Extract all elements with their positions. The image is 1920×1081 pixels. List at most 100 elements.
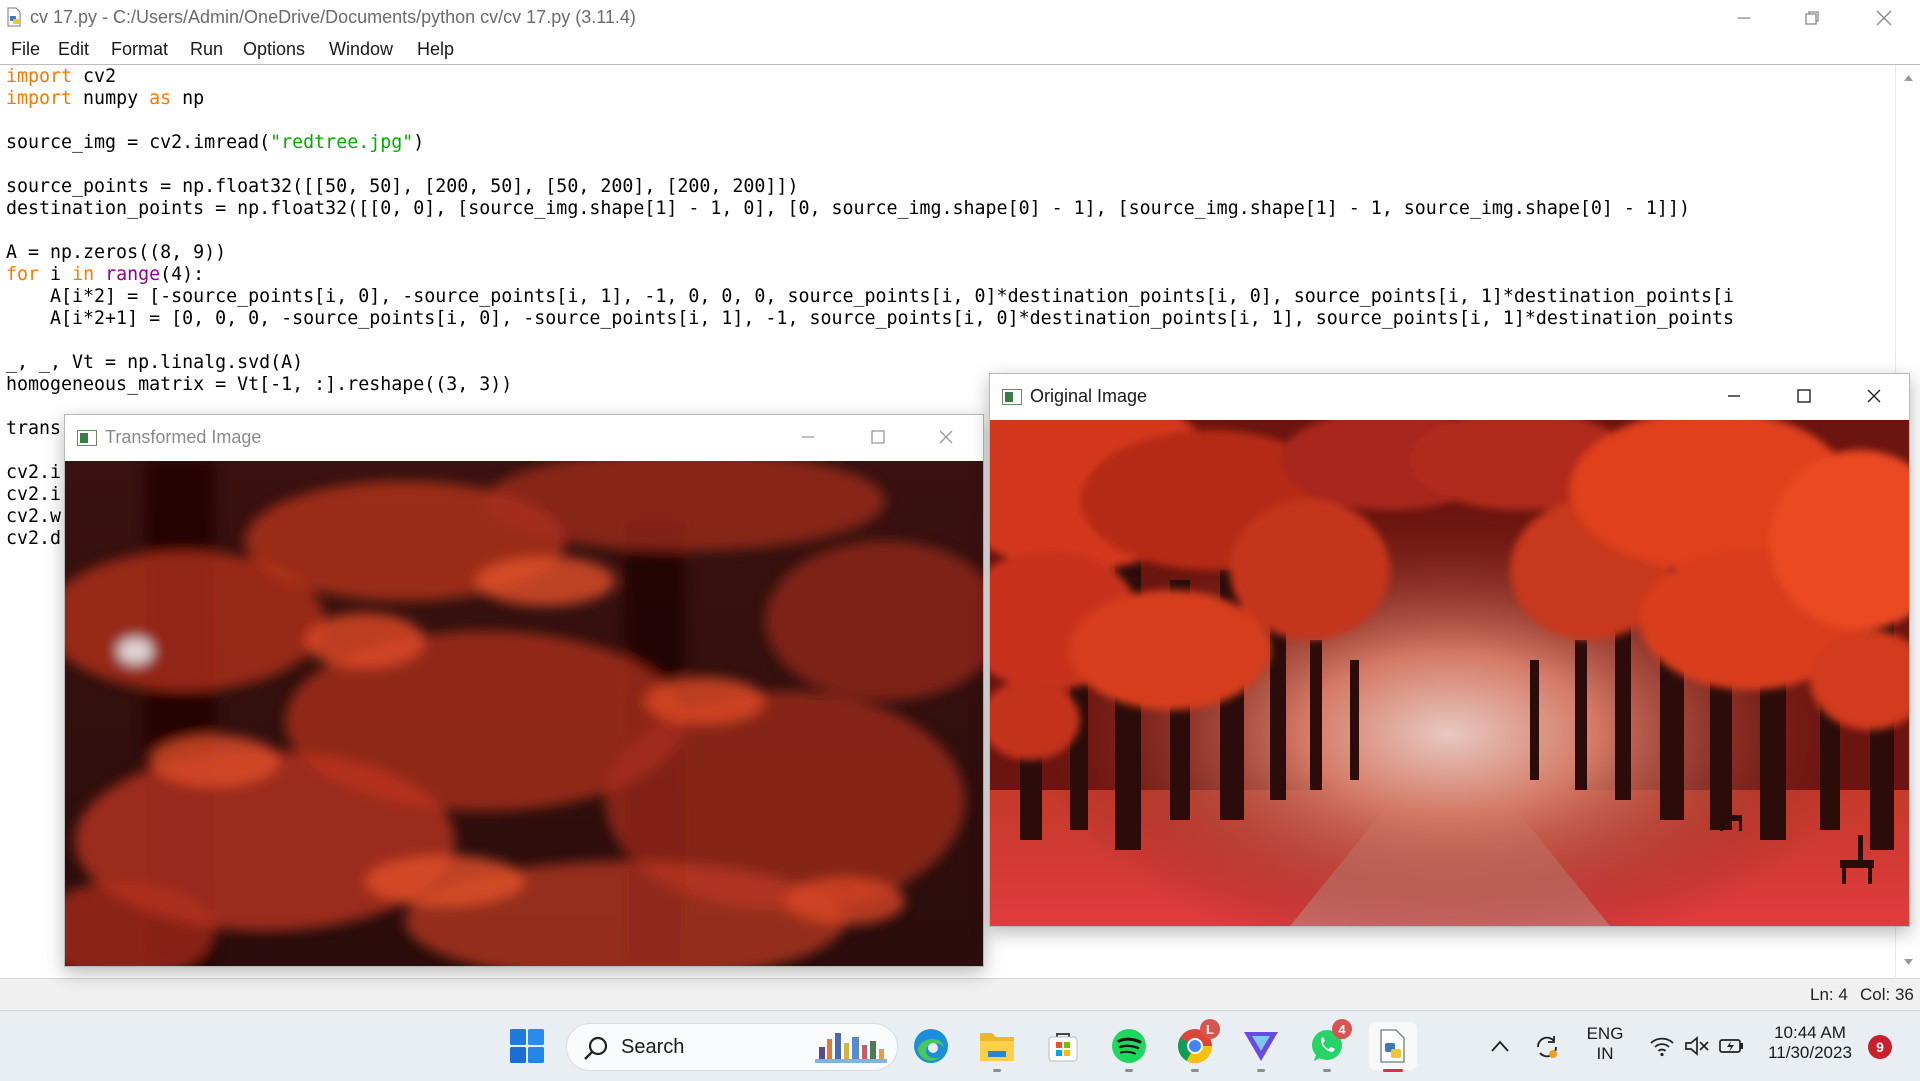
menu-bar: File Edit Format Run Options Window Help (0, 36, 1920, 65)
taskbar-search-box[interactable]: Search (566, 1023, 898, 1071)
menu-help[interactable]: Help (417, 39, 454, 60)
code-line: source_img = cv2.imread("redtree.jpg") (6, 132, 1734, 154)
original-maximize-button[interactable] (1769, 374, 1839, 418)
chrome-profile-badge: L (1200, 1019, 1220, 1039)
taskbar-chrome[interactable]: L (1171, 1019, 1220, 1072)
battery-icon[interactable] (1718, 1035, 1746, 1057)
clock-date: 11/30/2023 (1768, 1043, 1852, 1062)
menu-format[interactable]: Format (111, 39, 168, 60)
code-line: source_points = np.float32([[50, 50], [2… (6, 176, 1734, 198)
taskbar-store[interactable] (1039, 1022, 1087, 1070)
taskbar-file-explorer[interactable] (973, 1022, 1021, 1072)
original-close-button[interactable] (1839, 374, 1909, 418)
menu-run[interactable]: Run (190, 39, 223, 60)
code-token: range (105, 264, 161, 285)
code-token: homogeneous_matrix = Vt[-1, :].reshape((… (6, 374, 513, 395)
taskbar-whatsapp[interactable]: 4 (1303, 1019, 1352, 1072)
taskbar: Search L 4 ENG IN 10:44 AM 11/30/2023 9 (0, 1010, 1920, 1081)
code-token: source_img = cv2.imread( (6, 132, 271, 153)
taskbar-vpn-app[interactable] (1237, 1022, 1285, 1072)
code-token: cv2.w (6, 506, 62, 527)
wifi-icon[interactable] (1649, 1035, 1675, 1057)
search-label: Search (621, 1036, 685, 1058)
transformed-image (65, 461, 983, 966)
transformed-window-titlebar[interactable]: Transformed Image (65, 415, 983, 459)
code-token: numpy (72, 88, 150, 109)
code-token: trans (6, 418, 62, 439)
python-file-icon (7, 7, 21, 27)
microsoft-store-icon (1048, 1033, 1078, 1062)
taskbar-idle[interactable] (1369, 1022, 1417, 1072)
blurred-foliage-image (65, 461, 983, 966)
minimize-icon (802, 436, 814, 438)
original-image-window[interactable]: Original Image (989, 373, 1910, 927)
code-line: for i in range(4): (6, 264, 1734, 286)
running-indicator (1323, 1069, 1331, 1072)
windows-start-icon (510, 1029, 544, 1063)
sync-icon[interactable] (1533, 1033, 1561, 1061)
code-token: cv2.i (6, 484, 62, 505)
code-token: ) (413, 132, 425, 153)
running-indicator (1191, 1069, 1199, 1072)
speaker-muted-icon[interactable] (1684, 1035, 1710, 1057)
code-token: cv2.d (6, 528, 62, 549)
running-indicator (1257, 1069, 1265, 1072)
code-line: A[i*2] = [-source_points[i, 0], -source_… (6, 286, 1734, 308)
code-token: A[i*2+1] = [0, 0, 0, -source_points[i, 0… (6, 308, 1734, 329)
code-token: in (72, 264, 95, 285)
original-window-title: Original Image (1030, 386, 1148, 406)
language-indicator[interactable]: ENG IN (1580, 1024, 1630, 1064)
code-token: (4): (160, 264, 205, 285)
chevron-up-icon[interactable] (1490, 1039, 1510, 1053)
transformed-minimize-button[interactable] (773, 415, 843, 459)
folder-icon (980, 1033, 1014, 1061)
restore-icon (1805, 11, 1819, 25)
menu-window[interactable]: Window (329, 39, 393, 60)
transformed-maximize-button[interactable] (843, 415, 913, 459)
region-code: IN (1596, 1044, 1614, 1063)
minimize-icon (1728, 395, 1740, 397)
close-button[interactable] (1850, 0, 1918, 36)
code-token: as (149, 88, 172, 109)
notification-count-badge[interactable]: 9 (1868, 1035, 1892, 1059)
scroll-up-icon[interactable] (1903, 73, 1914, 82)
start-button[interactable] (503, 1022, 551, 1070)
edge-browser-icon (914, 1029, 948, 1063)
code-line: A = np.zeros((8, 9)) (6, 242, 1734, 264)
search-highlight-city-icon (815, 1033, 887, 1063)
minimize-button[interactable] (1710, 0, 1778, 36)
code-line: import numpy as np (6, 88, 1734, 110)
code-token: np (171, 88, 205, 109)
window-title: cv 17.py - C:/Users/Admin/OneDrive/Docum… (30, 7, 636, 27)
clock[interactable]: 10:44 AM 11/30/2023 (1760, 1023, 1860, 1063)
menu-edit[interactable]: Edit (58, 39, 89, 60)
search-icon (584, 1036, 608, 1060)
taskbar-spotify[interactable] (1105, 1022, 1153, 1072)
code-token: cv2.i (6, 462, 62, 483)
triangle-app-icon (1244, 1032, 1278, 1061)
clock-time: 10:44 AM (1774, 1023, 1846, 1042)
original-minimize-button[interactable] (1699, 374, 1769, 418)
code-line: destination_points = np.float32([[0, 0],… (6, 198, 1734, 220)
transformed-image-window[interactable]: Transformed Image (64, 414, 984, 967)
status-bar: Ln: 4 Col: 36 (0, 978, 1920, 1010)
code-token: cv2 (72, 66, 117, 87)
original-window-titlebar[interactable]: Original Image (990, 374, 1909, 418)
whatsapp-unread-badge: 4 (1332, 1019, 1352, 1039)
code-line: import cv2 (6, 66, 1734, 88)
menu-options[interactable]: Options (243, 39, 305, 60)
menu-file[interactable]: File (11, 39, 40, 60)
restore-button[interactable] (1778, 0, 1846, 36)
taskbar-edge[interactable] (907, 1022, 955, 1070)
scroll-down-icon[interactable] (1903, 958, 1914, 967)
spotify-icon (1112, 1029, 1146, 1063)
close-icon (939, 430, 953, 444)
python-idle-icon (1380, 1029, 1405, 1063)
transformed-close-button[interactable] (911, 415, 981, 459)
code-token: import (6, 66, 73, 87)
code-token: import (6, 88, 73, 109)
